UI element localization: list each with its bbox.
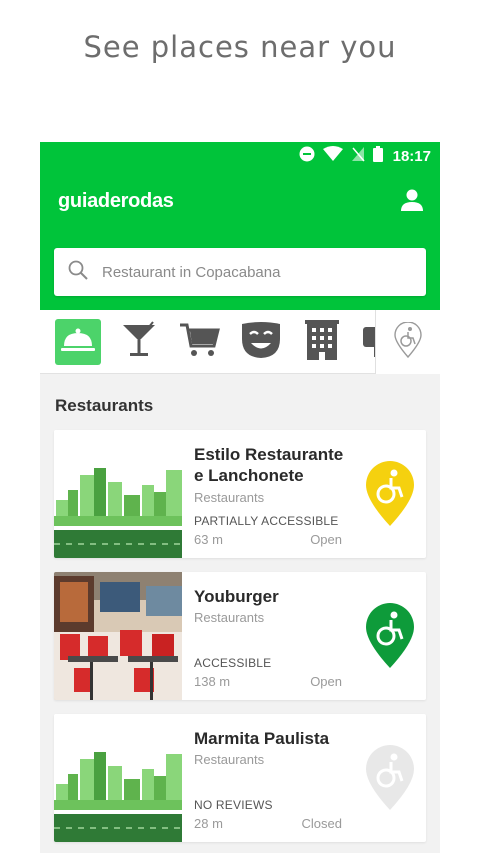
partial-category-icon xyxy=(360,321,375,364)
restaurant-cloche-icon xyxy=(61,325,95,360)
no-reviews-pin-icon xyxy=(364,744,416,812)
place-distance: 138 m xyxy=(194,674,231,689)
place-card[interactable]: Marmita Paulista Restaurants NO REVIEWS … xyxy=(54,714,426,842)
app-title: guiaderodas xyxy=(58,190,174,212)
restaurant-photo xyxy=(54,572,182,700)
place-category: Restaurants xyxy=(194,752,265,767)
wifi-icon xyxy=(322,145,343,167)
theater-mask-icon xyxy=(241,321,281,364)
opening-status: Open xyxy=(310,532,342,547)
building-icon xyxy=(305,319,339,365)
category-entertainment[interactable] xyxy=(238,319,284,365)
screen: See places near you 18:17 guiaderodas Re… xyxy=(0,0,480,853)
shopping-cart-icon xyxy=(180,322,220,363)
place-card[interactable]: Estilo Restaurante e Lanchonete Restaura… xyxy=(54,430,426,558)
place-name: Youburger xyxy=(194,587,279,606)
phone-screen: 18:17 guiaderodas Restaurant in Copacaba… xyxy=(40,142,440,853)
place-name: Estilo Restaurante e Lanchonete xyxy=(194,445,344,485)
place-category: Restaurants xyxy=(194,490,265,505)
status-bar: 18:17 xyxy=(40,142,440,170)
status-time: 18:17 xyxy=(392,147,431,165)
category-restaurant[interactable] xyxy=(55,319,101,365)
accessibility-status: PARTIALLY ACCESSIBLE xyxy=(194,514,339,528)
accessible-pin-icon xyxy=(364,602,416,670)
category-hotel[interactable] xyxy=(299,319,345,365)
placeholder-city-image xyxy=(54,430,182,558)
profile-icon[interactable] xyxy=(400,188,424,212)
category-shopping[interactable] xyxy=(177,319,223,365)
category-more[interactable] xyxy=(360,319,375,365)
place-distance: 28 m xyxy=(194,816,223,831)
section-title: Restaurants xyxy=(55,396,154,415)
search-bar[interactable] xyxy=(54,248,426,296)
opening-status: Closed xyxy=(301,816,342,831)
wheelchair-pin-outline-icon xyxy=(394,320,422,363)
partially-accessible-pin-icon xyxy=(364,460,416,528)
headline: See places near you xyxy=(83,30,397,64)
search-input[interactable] xyxy=(102,263,392,281)
opening-status: Open xyxy=(310,674,342,689)
place-name: Marmita Paulista xyxy=(194,729,330,748)
place-distance: 63 m xyxy=(194,532,223,547)
accessibility-status: NO REVIEWS xyxy=(194,798,273,812)
no-signal-icon xyxy=(351,146,365,167)
search-icon xyxy=(68,260,88,285)
accessibility-filter-button[interactable] xyxy=(376,310,440,374)
category-bar-drinks[interactable] xyxy=(116,319,162,365)
app-bar: 18:17 guiaderodas xyxy=(40,142,440,310)
do-not-disturb-icon xyxy=(299,146,315,167)
placeholder-city-image xyxy=(54,714,182,842)
accessibility-status: ACCESSIBLE xyxy=(194,656,272,670)
cocktail-icon xyxy=(120,320,158,364)
category-bar xyxy=(40,310,440,374)
place-category: Restaurants xyxy=(194,610,265,625)
battery-icon xyxy=(372,145,383,167)
place-card[interactable]: Youburger Restaurants ACCESSIBLE 138 m O… xyxy=(54,572,426,700)
